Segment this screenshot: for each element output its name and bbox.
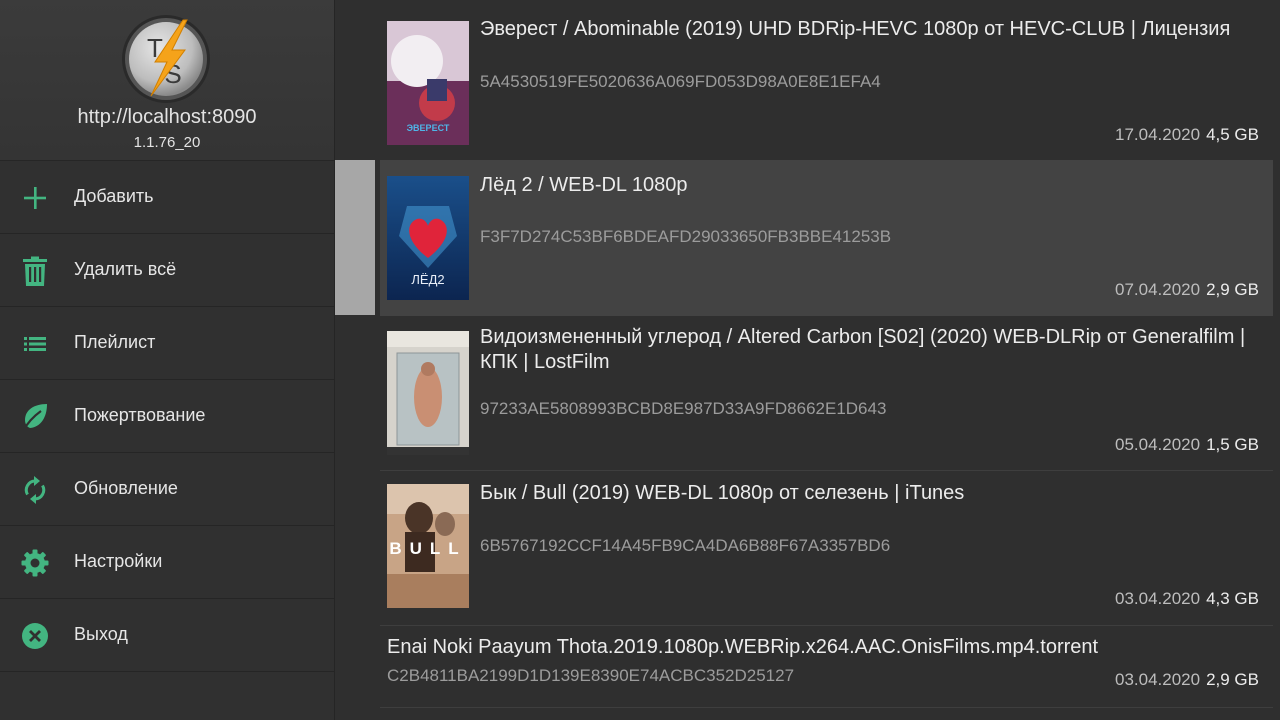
menu-item-label: Настройки [74,551,163,571]
torrent-list: ЭВЕРЕСТ Эверест / Abominable (2019) UHD … [335,0,1280,720]
menu-item-donate[interactable]: Пожертвование [0,380,334,453]
server-url: http://localhost:8090 [77,106,257,128]
torrent-title: Enai Noki Paayum Thota.2019.1080p.WEBRip… [387,636,1099,658]
drawer-menu: Добавить Удалить всё Плейлист Пожертвова… [0,161,334,672]
torrent-item[interactable]: Видоизмененный углерод / Altered Carbon … [380,315,1273,471]
torrent-meta: 03.04.2020 2,9 GB [1115,670,1259,690]
torrent-date: 03.04.2020 [1114,670,1201,689]
torrent-hash: C2B4811BA2199D1D139E8390E74ACBC352D25127 [387,666,795,685]
torrent-date: 17.04.2020 [1114,125,1201,144]
torrent-hash: F3F7D274C53BF6BDEAFD29033650FB3BBE41253B [480,227,892,246]
torrent-date: 03.04.2020 [1114,589,1201,608]
leaf-icon [22,404,47,432]
torrent-item[interactable]: Enai Noki Paayum Thota.2019.1080p.WEBRip… [380,625,1273,708]
menu-item-label: Добавить [74,186,154,206]
torrent-meta: 05.04.2020 1,5 GB [1115,435,1259,455]
poster-text: BULL [389,539,466,558]
menu-item-exit[interactable]: Выход [0,599,334,672]
drawer-header: T S http://localhost:8090 1.1.76_20 [0,0,334,161]
menu-item-label: Удалить всё [74,259,177,279]
menu-item-label: Выход [74,624,128,644]
poster-image: BULL [387,484,469,608]
navigation-drawer: T S http://localhost:8090 1.1.76_20 Доба… [0,0,335,720]
menu-item-update[interactable]: Обновление [0,453,334,526]
refresh-icon [24,476,46,504]
torrent-item[interactable]: ЭВЕРЕСТ Эверест / Abominable (2019) UHD … [380,0,1273,161]
app-logo: T S [121,14,211,104]
poster-image: ЛЁД2 [387,176,469,300]
trash-icon [23,256,47,286]
torrent-size: 2,9 GB [1206,280,1259,299]
torrent-size: 4,3 GB [1206,589,1259,608]
menu-item-label: Пожертвование [74,405,206,425]
menu-item-playlist[interactable]: Плейлист [0,307,334,380]
torrent-meta: 03.04.2020 4,3 GB [1115,589,1259,609]
torrent-size: 4,5 GB [1206,125,1259,144]
plus-icon [24,187,46,209]
poster-text: ЭВЕРЕСТ [407,123,450,133]
poster-image: ЭВЕРЕСТ [387,21,469,145]
list-icon [24,337,46,351]
focus-indicator [335,160,375,315]
torrent-date: 05.04.2020 [1114,435,1201,454]
menu-item-delete-all[interactable]: Удалить всё [0,234,334,307]
torrent-title: Видоизмененный углерод / Altered Carbon … [480,326,1246,373]
torrent-title: Бык / Bull (2019) WEB-DL 1080p от селезе… [480,482,965,504]
poster-text: ЛЁД2 [411,272,444,287]
torrent-size: 2,9 GB [1206,670,1259,689]
torrent-hash: 6B5767192CCF14A45FB9CA4DA6B88F67A3357BD6 [480,536,891,555]
close-circle-icon [22,623,48,649]
gear-icon [21,549,49,577]
torrent-meta: 07.04.2020 2,9 GB [1115,280,1259,300]
torrent-item[interactable]: BULL Бык / Bull (2019) WEB-DL 1080p от с… [380,470,1273,626]
menu-item-label: Плейлист [74,332,156,352]
torrent-hash: 97233AE5808993BCBD8E987D33A9FD8662E1D643 [480,399,887,418]
torrent-title: Лёд 2 / WEB-DL 1080p [480,174,688,196]
poster-image [387,331,469,455]
torrent-title: Эверест / Abominable (2019) UHD BDRip-HE… [480,18,1231,40]
torrent-date: 07.04.2020 [1114,280,1201,299]
menu-item-add[interactable]: Добавить [0,161,334,234]
torrent-item-selected[interactable]: ЛЁД2 Лёд 2 / WEB-DL 1080p F3F7D274C53BF6… [380,160,1273,316]
server-version: 1.1.76_20 [133,134,201,151]
torrent-size: 1,5 GB [1206,435,1259,454]
torrent-hash: 5A4530519FE5020636A069FD053D98A0E8E1EFA4 [480,72,881,91]
menu-item-settings[interactable]: Настройки [0,526,334,599]
torrent-meta: 17.04.2020 4,5 GB [1115,125,1259,145]
menu-item-label: Обновление [74,478,178,498]
